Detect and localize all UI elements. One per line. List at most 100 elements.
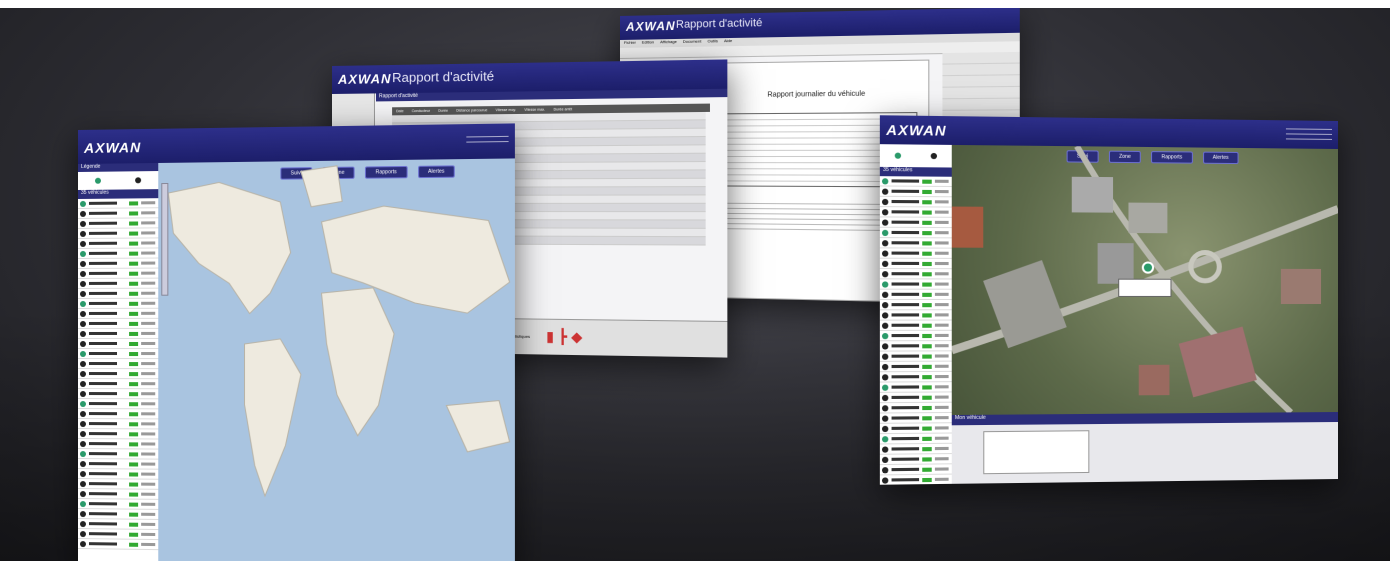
vehicle-status-icon (79, 290, 86, 297)
vehicle-row[interactable] (78, 308, 159, 319)
menu-file[interactable]: Fichier (624, 40, 636, 48)
col-max-speed: Vitesse max. (524, 107, 546, 112)
vehicle-state-badge (129, 401, 139, 406)
vehicle-status-icon (79, 490, 86, 497)
vehicle-timestamp (141, 211, 156, 215)
vehicle-row[interactable] (879, 330, 952, 342)
vehicle-row[interactable] (78, 218, 159, 229)
zoom-control[interactable] (161, 182, 169, 296)
active-status-icon[interactable] (894, 152, 902, 159)
vehicle-row[interactable] (78, 338, 159, 350)
vehicle-row[interactable] (879, 474, 952, 485)
vehicle-row[interactable] (879, 217, 952, 229)
menu-edit[interactable]: Edition (642, 39, 654, 47)
vehicle-timestamp (934, 282, 949, 286)
vehicle-row[interactable] (879, 258, 952, 270)
world-map[interactable]: Suivi Zone Rapports Alertes (158, 158, 515, 561)
vehicle-row[interactable] (879, 371, 952, 383)
satellite-map[interactable]: Suivi Zone Rapports Alertes (951, 144, 1338, 416)
vehicle-row[interactable] (78, 359, 159, 370)
vehicle-row[interactable] (78, 238, 159, 249)
vehicle-row[interactable] (879, 186, 952, 198)
vehicle-marker[interactable] (1141, 261, 1155, 274)
vehicle-name (891, 375, 920, 379)
vehicle-row[interactable] (78, 268, 159, 279)
vehicle-row[interactable] (78, 399, 159, 410)
vehicle-row[interactable] (78, 439, 159, 450)
vehicle-row[interactable] (78, 389, 159, 400)
vehicle-row[interactable] (879, 248, 952, 259)
vehicle-row[interactable] (879, 351, 952, 362)
vehicle-row[interactable] (879, 423, 952, 435)
vehicle-timestamp (141, 482, 156, 486)
vehicle-timestamp (934, 416, 949, 420)
vehicle-timestamp (934, 436, 949, 440)
vehicle-row[interactable] (879, 320, 952, 331)
menu-tools[interactable]: Outils (707, 38, 717, 46)
vehicle-status-icon (79, 450, 86, 457)
vehicle-row[interactable] (879, 382, 952, 393)
vehicle-row[interactable] (879, 361, 952, 373)
vehicle-row[interactable] (78, 328, 159, 339)
vehicle-row[interactable] (78, 539, 159, 551)
vehicle-row[interactable] (879, 310, 952, 321)
vehicle-status-icon (881, 218, 889, 226)
vehicle-row[interactable] (78, 318, 159, 329)
vehicle-row[interactable] (879, 238, 952, 249)
vehicle-row[interactable] (879, 443, 952, 455)
vehicle-timestamp (141, 392, 156, 396)
vehicle-status-icon (79, 380, 86, 387)
vehicle-row[interactable] (879, 196, 952, 208)
vehicle-row[interactable] (78, 459, 159, 470)
vehicle-row[interactable] (879, 207, 952, 218)
vehicle-row[interactable] (879, 289, 952, 300)
menu-view[interactable]: Affichage (660, 39, 677, 47)
vehicle-state-badge (922, 261, 932, 266)
vehicle-row[interactable] (78, 258, 159, 269)
vehicle-row[interactable] (78, 208, 159, 219)
vehicle-row[interactable] (879, 227, 952, 239)
vehicle-row[interactable] (78, 409, 159, 420)
vehicle-status-icon (881, 373, 889, 380)
vehicle-row[interactable] (78, 248, 159, 259)
vehicle-name (891, 261, 920, 266)
vehicle-row[interactable] (879, 433, 952, 445)
vehicle-name (891, 416, 920, 420)
vehicle-row[interactable] (879, 412, 952, 424)
active-status-icon[interactable] (94, 177, 101, 184)
vehicle-row[interactable] (78, 369, 159, 380)
vehicle-row[interactable] (78, 449, 159, 460)
vehicle-name (891, 313, 920, 317)
vehicle-timestamp (141, 382, 156, 386)
report-icons: ▮ ┣ ◆ (546, 327, 583, 345)
vehicle-status-icon (79, 200, 86, 207)
vehicle-row[interactable] (78, 349, 159, 360)
vehicle-row[interactable] (879, 402, 952, 414)
inactive-status-icon[interactable] (930, 152, 938, 160)
vehicle-row[interactable] (78, 278, 159, 289)
vehicle-row[interactable] (78, 429, 159, 440)
vehicle-status-icon (881, 476, 889, 484)
vehicle-timestamp (141, 251, 156, 255)
vehicle-state-badge (922, 292, 932, 297)
vehicle-row[interactable] (879, 279, 952, 290)
vehicle-row[interactable] (879, 269, 952, 280)
inactive-status-icon[interactable] (135, 177, 142, 184)
vehicle-row[interactable] (879, 300, 952, 311)
vehicle-state-badge (129, 431, 139, 436)
vehicle-row[interactable] (78, 379, 159, 390)
vehicle-name (88, 301, 118, 305)
vehicle-row[interactable] (78, 419, 159, 430)
vehicle-row[interactable] (78, 298, 159, 309)
vehicle-row[interactable] (78, 288, 159, 299)
vehicle-timestamp (934, 231, 949, 235)
menu-help[interactable]: Aide (724, 38, 732, 46)
vehicle-row[interactable] (879, 176, 952, 188)
pdf-doc-title: Rapport journalier du véhicule (767, 90, 866, 99)
vehicle-row[interactable] (879, 392, 952, 404)
vehicle-row[interactable] (78, 228, 159, 239)
vehicle-row[interactable] (879, 341, 952, 352)
report-footer: Statistiques ▮ ┣ ◆ (504, 318, 728, 358)
satellite-vehicle-sidebar: 35 véhicules (879, 144, 953, 485)
vehicle-timestamp (141, 341, 156, 345)
